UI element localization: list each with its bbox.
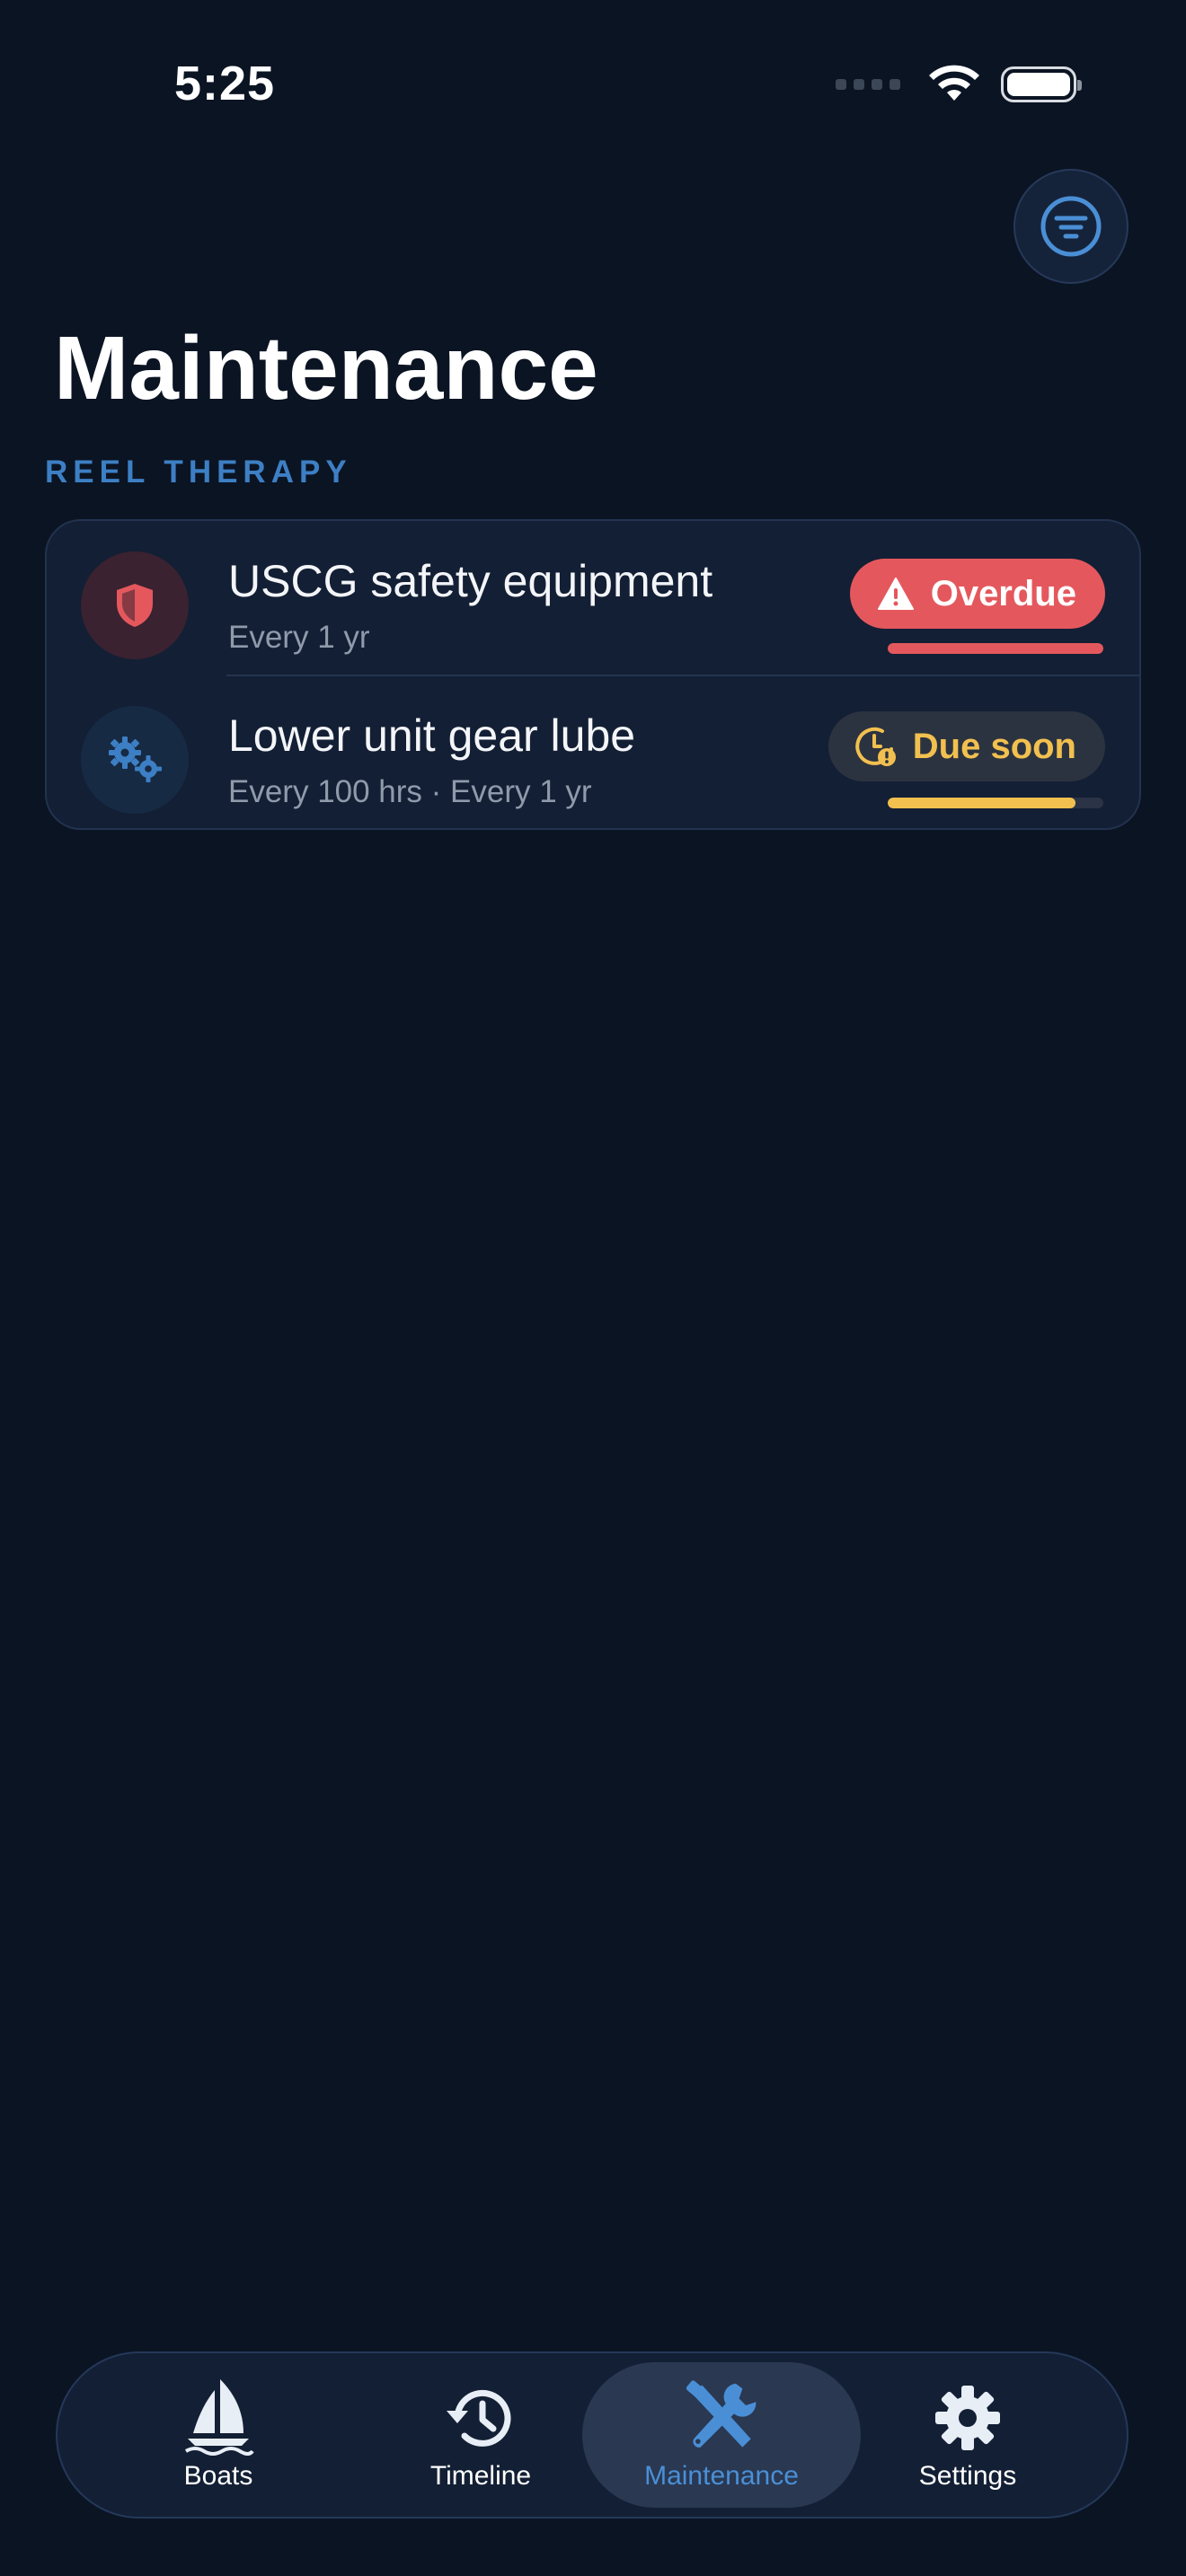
progress-bar [888, 798, 1103, 808]
section-label-boat-name: REEL THERAPY [45, 454, 352, 490]
status-badge-overdue: Overdue [849, 559, 1105, 629]
filter-button[interactable] [1013, 169, 1128, 284]
item-interval: Every 1 yr [228, 620, 370, 655]
tab-bar: Boats Timeline Maintenance Settings [56, 2351, 1128, 2519]
item-interval: Every 100 hrs · Every 1 yr [228, 774, 592, 809]
item-title: USCG safety equipment [228, 556, 713, 606]
tab-label: Boats [183, 2461, 253, 2491]
maintenance-item-uscg-safety[interactable]: USCG safety equipment Every 1 yr Overdue [47, 521, 1139, 675]
page-title: Maintenance [54, 318, 598, 419]
progress-fill [888, 798, 1075, 808]
battery-icon [1001, 66, 1082, 102]
wifi-icon [929, 65, 979, 101]
tab-boats[interactable]: Boats [79, 2362, 358, 2508]
tab-maintenance[interactable]: Maintenance [582, 2362, 861, 2508]
tab-label: Maintenance [644, 2461, 799, 2491]
tools-icon [684, 2380, 759, 2456]
tab-timeline[interactable]: Timeline [341, 2362, 620, 2508]
tab-label: Settings [918, 2461, 1017, 2491]
status-badge-due-soon: Due soon [828, 711, 1105, 781]
sailboat-icon [181, 2379, 256, 2456]
warning-triangle-icon [877, 578, 914, 610]
maintenance-screen: 5:25 Maintenance REEL THERAPY USCG safet… [0, 0, 1186, 2576]
tab-settings[interactable]: Settings [828, 2362, 1107, 2508]
maintenance-list-card: USCG safety equipment Every 1 yr Overdue [45, 519, 1141, 830]
status-time: 5:25 [174, 57, 276, 110]
filter-lines-icon [1040, 196, 1102, 257]
item-icon-circle [81, 551, 189, 659]
item-title: Lower unit gear lube [228, 710, 636, 761]
status-indicators [836, 65, 1082, 104]
maintenance-item-gear-lube[interactable]: Lower unit gear lube Every 100 hrs · Eve… [47, 675, 1139, 828]
item-icon-circle [81, 706, 189, 814]
progress-bar [888, 643, 1103, 654]
shield-icon [117, 584, 153, 627]
cellular-signal-icon [836, 79, 900, 90]
progress-fill [888, 643, 1103, 654]
status-badge-label: Overdue [930, 573, 1076, 613]
history-clock-icon [443, 2380, 518, 2456]
clock-alert-icon [855, 727, 896, 766]
tab-label: Timeline [429, 2461, 532, 2491]
gear-icon [930, 2380, 1005, 2456]
gears-icon [109, 737, 162, 782]
status-badge-label: Due soon [912, 726, 1076, 766]
